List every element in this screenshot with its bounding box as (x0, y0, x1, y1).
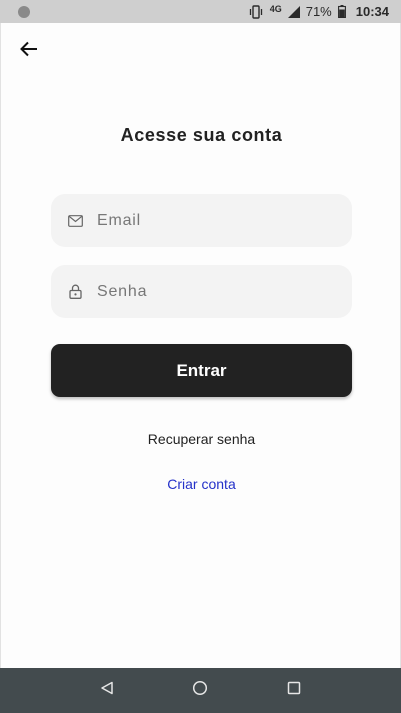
recents-square-icon (287, 681, 301, 700)
home-circle-icon (192, 680, 208, 701)
password-input[interactable] (97, 282, 317, 301)
back-triangle-icon (100, 681, 114, 700)
create-account-link[interactable]: Criar conta (1, 476, 401, 492)
mail-icon (67, 213, 83, 229)
lock-icon (67, 284, 83, 300)
email-field[interactable] (51, 194, 352, 247)
arrow-left-icon (20, 41, 38, 62)
navigation-bar (0, 668, 401, 713)
network-type-label: 4G (269, 3, 282, 14)
battery-percent: 71% (305, 4, 332, 19)
notification-dot-icon (18, 5, 30, 18)
login-button[interactable]: Entrar (51, 344, 352, 397)
vibrate-icon (248, 4, 264, 19)
password-field[interactable] (51, 265, 352, 318)
signal-icon (287, 5, 300, 18)
recover-password-link[interactable]: Recuperar senha (1, 431, 401, 447)
nav-back-button[interactable] (95, 679, 119, 703)
nav-home-button[interactable] (188, 679, 212, 703)
clock: 10:34 (355, 4, 389, 19)
nav-recents-button[interactable] (282, 679, 306, 703)
email-input[interactable] (97, 211, 317, 230)
page-title: Acesse sua conta (120, 125, 283, 145)
battery-icon (337, 5, 346, 19)
back-button[interactable] (15, 39, 43, 63)
status-bar: 4G 71% 10:34 (0, 0, 401, 23)
login-screen: Acesse sua conta Entrar Recuperar senha … (0, 23, 401, 668)
